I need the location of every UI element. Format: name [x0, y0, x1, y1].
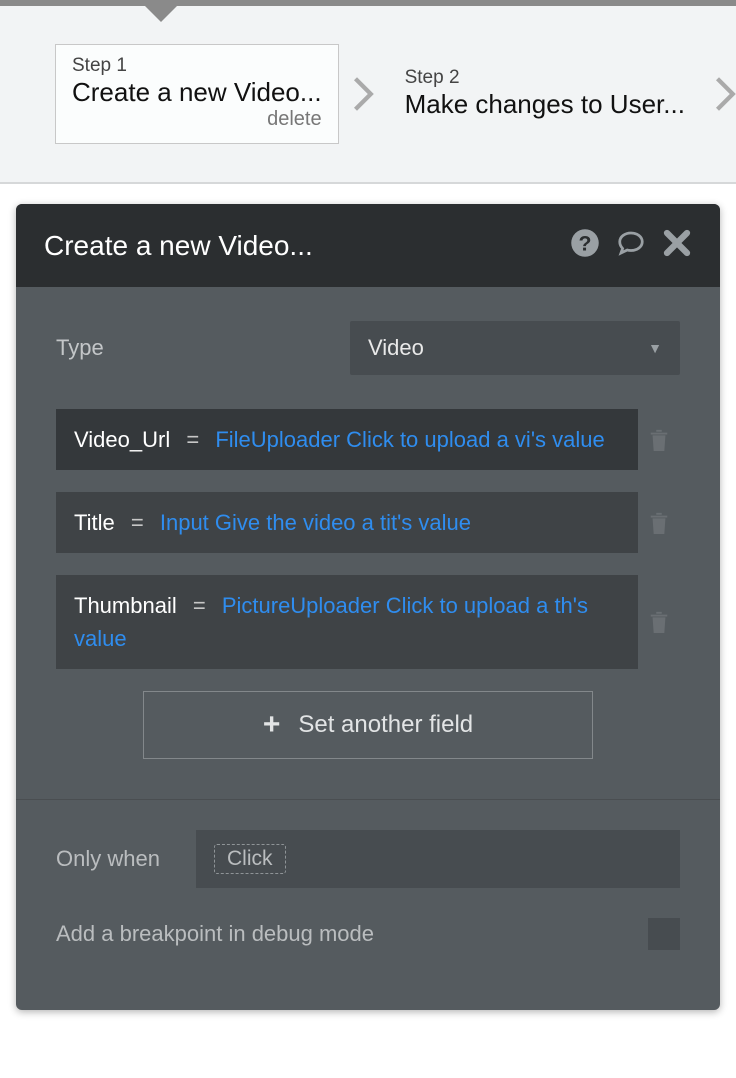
step-title: Make changes to User... [405, 89, 685, 120]
field-list: Video_Url = FileUploader Click to upload… [56, 409, 680, 669]
steps-row: Step 1 Create a new Video... delete Step… [0, 6, 736, 184]
field-expression[interactable]: Title = Input Give the video a tit's val… [56, 492, 638, 553]
step-delete[interactable]: delete [72, 108, 322, 131]
field-expression[interactable]: Video_Url = FileUploader Click to upload… [56, 409, 638, 470]
breakpoint-label: Add a breakpoint in debug mode [56, 921, 648, 947]
field-value: FileUploader Click to upload a vi's valu… [215, 427, 604, 452]
equals-sign: = [183, 593, 216, 618]
help-icon[interactable]: ? [570, 228, 600, 263]
top-bar: Step 1 Create a new Video... delete Step… [0, 0, 736, 184]
only-when-row: Only when Click [56, 830, 680, 888]
breakpoint-checkbox[interactable] [648, 918, 680, 950]
field-key: Thumbnail [74, 593, 177, 618]
type-label: Type [56, 335, 166, 361]
svg-text:?: ? [579, 232, 592, 256]
caret-down-icon: ▼ [648, 340, 662, 356]
field-row: Video_Url = FileUploader Click to upload… [56, 409, 680, 470]
field-row: Thumbnail = PictureUploader Click to upl… [56, 575, 680, 669]
equals-sign: = [176, 427, 209, 452]
panel-header: Create a new Video... ? [16, 204, 720, 287]
breadcrumb-arrow-icon [145, 6, 177, 22]
field-expression[interactable]: Thumbnail = PictureUploader Click to upl… [56, 575, 638, 669]
delete-field-button[interactable] [638, 492, 680, 553]
chevron-right-icon [339, 77, 389, 111]
step-title: Create a new Video... [72, 77, 322, 108]
field-row: Title = Input Give the video a tit's val… [56, 492, 680, 553]
set-another-label: Set another field [298, 711, 473, 739]
step-2[interactable]: Step 2 Make changes to User... [389, 57, 701, 132]
field-key: Title [74, 510, 115, 535]
only-when-input[interactable]: Click [196, 830, 680, 888]
equals-sign: = [121, 510, 154, 535]
comment-icon[interactable] [616, 228, 646, 263]
plus-icon: + [263, 708, 281, 742]
type-row: Type Video ▼ [56, 321, 680, 375]
step-number: Step 2 [405, 67, 460, 88]
editor-panel: Create a new Video... ? Type Video ▼ [16, 204, 720, 1010]
lower-section: Only when Click Add a breakpoint in debu… [16, 800, 720, 1010]
only-when-token[interactable]: Click [214, 844, 286, 874]
type-select[interactable]: Video ▼ [350, 321, 680, 375]
panel-title: Create a new Video... [44, 230, 570, 262]
only-when-label: Only when [56, 846, 196, 872]
set-another-field-button[interactable]: + Set another field [143, 691, 593, 759]
type-value: Video [368, 335, 424, 361]
delete-field-button[interactable] [638, 575, 680, 669]
step-1[interactable]: Step 1 Create a new Video... delete [55, 44, 339, 144]
breakpoint-row: Add a breakpoint in debug mode [56, 918, 680, 950]
field-key: Video_Url [74, 427, 170, 452]
delete-field-button[interactable] [638, 409, 680, 470]
chevron-right-icon [701, 77, 736, 111]
field-value: Input Give the video a tit's value [160, 510, 471, 535]
close-icon[interactable] [662, 228, 692, 263]
panel-body: Type Video ▼ Video_Url = FileUploader Cl… [16, 287, 720, 759]
step-number: Step 1 [72, 55, 127, 76]
